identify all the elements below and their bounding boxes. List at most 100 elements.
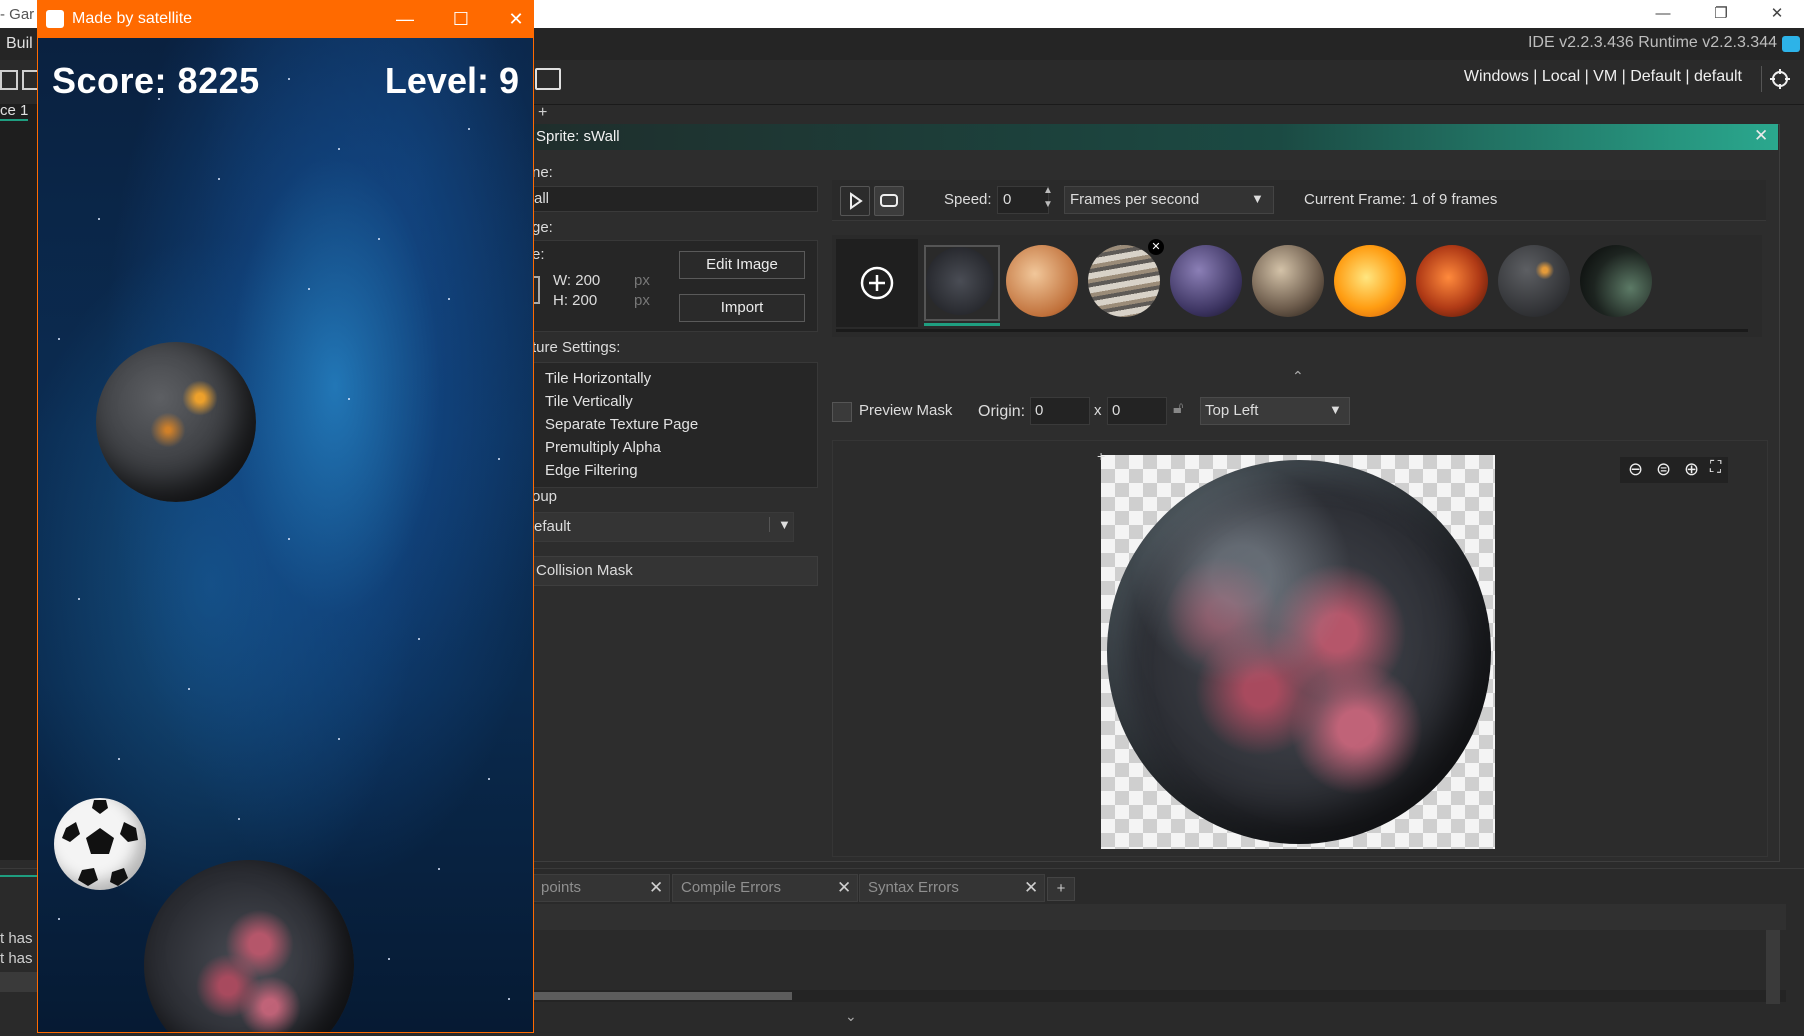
tab-breakpoints[interactable]: points ✕ — [532, 874, 670, 902]
group-dropdown[interactable]: efault ▼ — [532, 512, 794, 542]
frame-9-planet — [1580, 245, 1652, 317]
height-unit: px — [634, 292, 650, 309]
ide-version: IDE v2.2.3.436 Runtime v2.2.3.344 — [1527, 34, 1777, 51]
frame-thumb-7[interactable] — [1416, 245, 1488, 317]
loop-button[interactable] — [874, 186, 904, 216]
minimize-icon[interactable]: — — [1636, 0, 1690, 28]
premultiply-alpha-checkbox[interactable]: Premultiply Alpha — [545, 439, 661, 456]
origin-x-value: 0 — [1035, 402, 1044, 419]
texture-settings-label: ture Settings: — [532, 339, 621, 356]
add-tab-button[interactable]: + — [1047, 877, 1075, 901]
game-maximize-icon[interactable]: ☐ — [441, 6, 481, 32]
group-value: efault — [534, 518, 571, 535]
import-button[interactable]: Import — [679, 294, 805, 322]
zoom-in-icon[interactable]: ⊕ — [1684, 459, 1699, 480]
origin-x-input[interactable]: 0 — [1030, 397, 1090, 425]
close-tab-icon[interactable]: ✕ — [1024, 875, 1038, 901]
frame-6-planet — [1334, 245, 1406, 317]
edge-filtering-checkbox[interactable]: Edge Filtering — [545, 462, 638, 479]
frame-thumb-6[interactable] — [1334, 245, 1406, 317]
speed-value: 0 — [1003, 191, 1012, 208]
origin-y-input[interactable]: 0 — [1107, 397, 1167, 425]
tab-compile-errors[interactable]: Compile Errors ✕ — [672, 874, 858, 902]
frame-thumb-2[interactable] — [1006, 245, 1078, 317]
edit-image-button[interactable]: Edit Image — [679, 251, 805, 279]
soccer-ball-pattern-icon — [62, 800, 138, 886]
game-window[interactable]: Made by satellite — ☐ ✕ Score: 8225 Leve… — [38, 0, 533, 1032]
frame-thumb-1[interactable] — [924, 245, 1000, 321]
chevron-down-icon: ▼ — [1329, 402, 1342, 417]
add-room-tab[interactable]: + — [538, 104, 547, 122]
room-tab[interactable]: ce 1 — [0, 102, 29, 121]
game-minimize-icon[interactable]: — — [385, 6, 425, 32]
origin-label: Origin: — [978, 403, 1026, 420]
expand-panel-icon[interactable]: ⌄ — [845, 1008, 857, 1025]
collision-mask-header[interactable]: Collision Mask — [532, 556, 818, 586]
frame-thumb-3[interactable] — [1088, 245, 1160, 317]
tile-horizontally-checkbox[interactable]: Tile Horizontally — [545, 370, 651, 387]
name-label: ne: — [532, 164, 553, 181]
add-frame-button[interactable] — [836, 239, 918, 327]
output-scroll-thumb[interactable] — [532, 992, 792, 1000]
output-vertical-scrollbar[interactable] — [1766, 930, 1780, 1004]
ide-title-fragment: - Gar — [0, 6, 35, 23]
left-panel: ce 1 — [0, 102, 41, 860]
speed-stepper[interactable]: ▲ ▼ — [1043, 184, 1053, 212]
frame-2-planet — [1006, 245, 1078, 317]
close-sprite-editor-icon[interactable]: ✕ — [1754, 126, 1768, 146]
game-close-icon[interactable]: ✕ — [496, 6, 533, 32]
play-icon — [850, 192, 863, 210]
fit-screen-icon[interactable]: ⛶ — [1710, 459, 1721, 477]
save-icon[interactable] — [0, 70, 18, 90]
zoom-out-icon[interactable]: ⊖ — [1628, 459, 1643, 480]
monitor-icon[interactable] — [535, 68, 561, 90]
lock-icon[interactable]: 🔓︎ — [1173, 400, 1183, 418]
frame-thumb-5[interactable] — [1252, 245, 1324, 317]
output-left-bar — [0, 972, 38, 992]
frame-4-planet — [1170, 245, 1242, 317]
link-size-icon[interactable] — [532, 276, 540, 304]
frames-strip: ✕ — [832, 235, 1762, 337]
score-display: Score: 8225 — [52, 60, 260, 101]
name-field[interactable]: all — [532, 186, 818, 212]
target-gear-icon[interactable] — [1761, 66, 1794, 92]
frame-5-planet — [1252, 245, 1324, 317]
tile-vertically-checkbox[interactable]: Tile Vertically — [545, 393, 633, 410]
separate-texture-page-checkbox[interactable]: Separate Texture Page — [545, 416, 698, 433]
origin-preset-dropdown[interactable]: Top Left ▼ — [1200, 397, 1350, 425]
tab-compile-errors-label: Compile Errors — [681, 879, 782, 896]
speed-label: Speed: — [944, 191, 992, 208]
delete-frame-icon[interactable]: ✕ — [1148, 239, 1164, 255]
target-selector[interactable]: Windows | Local | VM | Default | default — [1464, 68, 1742, 86]
frame-1-planet — [926, 247, 994, 315]
frame-thumb-4[interactable] — [1170, 245, 1242, 317]
chevron-down-icon: ▼ — [1251, 191, 1264, 206]
close-tab-icon[interactable]: ✕ — [837, 875, 851, 901]
game-titlebar[interactable]: Made by satellite — ☐ ✕ — [38, 0, 533, 38]
tab-syntax-errors[interactable]: Syntax Errors ✕ — [859, 874, 1045, 902]
restore-icon[interactable]: ❐ — [1694, 0, 1748, 28]
sprite-editor-header — [532, 124, 1778, 150]
frame-8-planet — [1498, 245, 1570, 317]
chat-icon[interactable] — [1782, 36, 1800, 52]
close-tab-icon[interactable]: ✕ — [649, 875, 663, 901]
play-button[interactable] — [840, 186, 870, 216]
menu-build[interactable]: Buil — [6, 35, 33, 53]
zoom-reset-icon[interactable]: ⊜ — [1656, 459, 1671, 480]
level-display: Level: 9 — [384, 60, 519, 101]
preview-mask-checkbox[interactable] — [832, 402, 852, 422]
speed-input[interactable]: 0 — [997, 186, 1049, 214]
speed-unit-dropdown[interactable]: Frames per second ▼ — [1064, 186, 1274, 214]
gamemaker-logo-icon — [46, 10, 64, 28]
output-line-2: t has — [0, 950, 33, 967]
frames-scrollbar[interactable] — [836, 329, 1748, 332]
frame-thumb-9[interactable] — [1580, 245, 1652, 317]
animation-toolbar: Speed: 0 ▲ ▼ Frames per second ▼ Current … — [832, 180, 1766, 221]
close-icon[interactable]: ✕ — [1750, 0, 1804, 28]
group-label: oup — [532, 488, 558, 505]
output-line-1: t has — [0, 930, 33, 947]
collapse-icon[interactable]: ⌃ — [1292, 368, 1304, 385]
output-line-area — [532, 904, 1786, 930]
frame-thumb-8[interactable] — [1498, 245, 1570, 317]
zoom-toolbar: ⊖ ⊜ ⊕ ⛶ — [1620, 457, 1728, 483]
